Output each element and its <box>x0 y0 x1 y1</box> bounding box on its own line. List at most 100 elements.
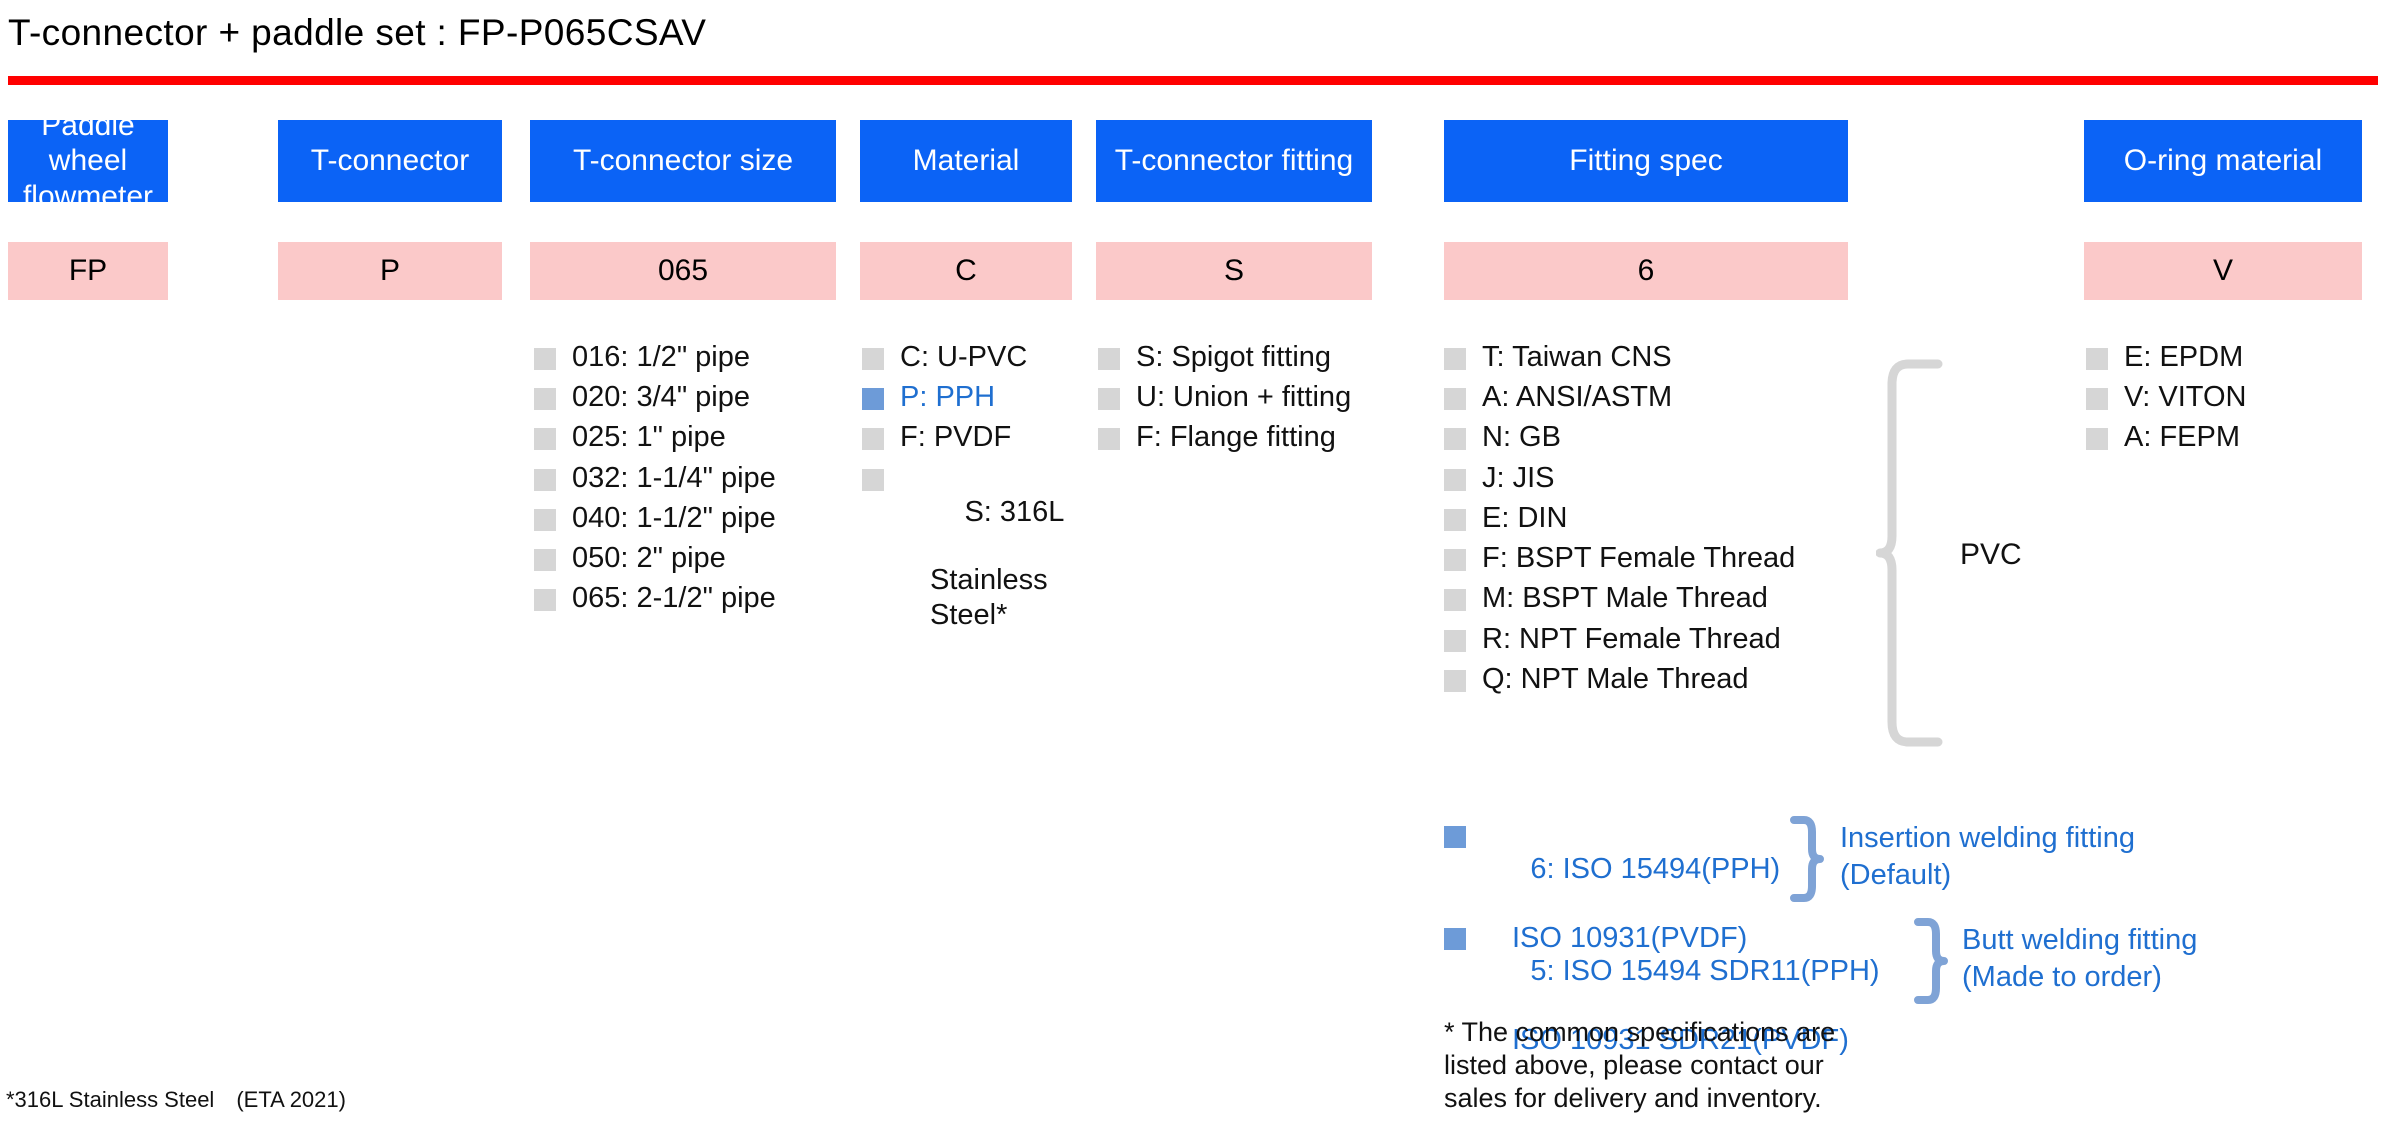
checkbox-icon-selected[interactable] <box>1444 826 1466 848</box>
option-label-group: S: 316L Stainless Steel* <box>900 461 1064 701</box>
option-oring-e[interactable]: E: EPDM <box>2086 340 2376 374</box>
checkbox-icon[interactable] <box>1444 388 1466 411</box>
value-label: V <box>2212 254 2233 287</box>
header-label: T-connector <box>310 144 470 178</box>
header-t-connector-size: T-connector size <box>530 120 836 202</box>
checkbox-icon[interactable] <box>1098 388 1120 411</box>
option-fitting-f[interactable]: F: Flange fitting <box>1098 420 1398 454</box>
header-paddle-wheel-flowmeter: Paddle wheel flowmeter <box>8 109 168 213</box>
value-fitting-spec: 6 <box>1444 242 1848 300</box>
option-label: F: Flange fitting <box>1136 421 1336 454</box>
option-size-065[interactable]: 065: 2-1/2" pipe <box>534 581 854 615</box>
option-label: P: PPH <box>900 381 996 414</box>
value-t-connector-size: 065 <box>530 242 836 300</box>
option-label: S: Spigot fitting <box>1136 341 1332 373</box>
option-material-f[interactable]: F: PVDF <box>862 420 1092 454</box>
stainless-steel-footnote: *316L Stainless Steel (ETA 2021) <box>6 1087 346 1112</box>
option-label: A: ANSI/ASTM <box>1482 381 1673 414</box>
option-label: 016: 1/2" pipe <box>572 341 750 373</box>
option-spec-m[interactable]: M: BSPT Male Thread <box>1444 581 1884 615</box>
option-label: 065: 2-1/2" pipe <box>572 582 776 615</box>
header-fitting-spec: Fitting spec <box>1444 120 1848 202</box>
checkbox-icon[interactable] <box>1444 629 1466 652</box>
value-label: 065 <box>657 254 709 287</box>
option-label: 040: 1-1/2" pipe <box>572 501 776 534</box>
value-t-connector: P <box>278 242 502 300</box>
iso-6-brace <box>1790 816 1824 902</box>
option-label: U: Union + fitting <box>1136 381 1352 414</box>
checkbox-icon[interactable] <box>1444 468 1466 491</box>
checkbox-icon[interactable] <box>534 468 556 491</box>
option-size-050[interactable]: 050: 2" pipe <box>534 541 854 575</box>
checkbox-icon[interactable] <box>1444 508 1466 531</box>
option-label: 020: 3/4" pipe <box>572 381 750 414</box>
pvc-brace-label: PVC <box>1960 538 2022 571</box>
option-oring-v[interactable]: V: VITON <box>2086 380 2376 414</box>
option-spec-e[interactable]: E: DIN <box>1444 501 1884 535</box>
option-fitting-u[interactable]: U: Union + fitting <box>1098 380 1398 414</box>
option-label: F: BSPT Female Thread <box>1482 542 1796 575</box>
checkbox-icon[interactable] <box>534 348 556 370</box>
header-o-ring-material: O-ring material <box>2084 120 2362 202</box>
options-material: C: U-PVC P: PPH F: PVDF S: 316L Stainles… <box>862 340 1092 706</box>
option-size-016[interactable]: 016: 1/2" pipe <box>534 340 854 374</box>
option-spec-f[interactable]: F: BSPT Female Thread <box>1444 541 1884 575</box>
option-label-line1: 5: ISO 15494 SDR11(PPH) <box>1530 955 1880 988</box>
red-divider-rule <box>8 76 2378 85</box>
iso-5-brace <box>1914 918 1948 1004</box>
option-label-continued: Stainless Steel* <box>930 564 1048 631</box>
spec-availability-note: * The common specifications are listed a… <box>1444 1017 1836 1113</box>
checkbox-icon[interactable] <box>1444 589 1466 612</box>
option-spec-q[interactable]: Q: NPT Male Thread <box>1444 662 1884 696</box>
page-title: T-connector + paddle set : FP-P065CSAV <box>8 12 707 53</box>
iso-5-desc-line1: Butt welding fitting <box>1962 924 2198 956</box>
checkbox-icon[interactable] <box>2086 348 2108 370</box>
checkbox-icon[interactable] <box>1098 348 1120 370</box>
option-size-040[interactable]: 040: 1-1/2" pipe <box>534 501 854 535</box>
option-label: T: Taiwan CNS <box>1482 341 1672 373</box>
option-label: F: PVDF <box>900 421 1012 454</box>
option-label: N: GB <box>1482 421 1561 454</box>
checkbox-icon[interactable] <box>862 348 884 370</box>
checkbox-icon[interactable] <box>534 388 556 411</box>
option-material-c[interactable]: C: U-PVC <box>862 340 1092 374</box>
option-spec-j[interactable]: J: JIS <box>1444 461 1884 495</box>
header-t-connector: T-connector <box>278 120 502 202</box>
value-t-connector-fitting: S <box>1096 242 1372 300</box>
checkbox-icon[interactable] <box>1444 669 1466 692</box>
option-label-line1: 6: ISO 15494(PPH) <box>1530 853 1781 886</box>
option-spec-n[interactable]: N: GB <box>1444 420 1884 454</box>
option-label: C: U-PVC <box>900 341 1028 373</box>
checkbox-icon[interactable] <box>2086 428 2108 451</box>
option-fitting-s[interactable]: S: Spigot fitting <box>1098 340 1398 374</box>
checkbox-icon[interactable] <box>534 589 556 612</box>
checkbox-icon-selected[interactable] <box>1444 928 1466 950</box>
checkbox-icon[interactable] <box>534 508 556 531</box>
header-label: Paddle wheel flowmeter <box>22 108 154 213</box>
option-label: A: FEPM <box>2124 421 2241 454</box>
value-material: C <box>860 242 1072 300</box>
checkbox-icon-selected[interactable] <box>862 388 884 411</box>
option-spec-t[interactable]: T: Taiwan CNS <box>1444 340 1884 374</box>
option-spec-r[interactable]: R: NPT Female Thread <box>1444 622 1884 656</box>
header-label: Material <box>912 144 1020 178</box>
iso-6-description: Insertion welding fitting (Default) <box>1840 820 2135 893</box>
checkbox-icon[interactable] <box>862 428 884 451</box>
option-size-025[interactable]: 025: 1" pipe <box>534 420 854 454</box>
option-size-032[interactable]: 032: 1-1/4" pipe <box>534 461 854 495</box>
option-size-020[interactable]: 020: 3/4" pipe <box>534 380 854 414</box>
checkbox-icon[interactable] <box>534 549 556 572</box>
checkbox-icon[interactable] <box>1444 348 1466 370</box>
option-spec-a[interactable]: A: ANSI/ASTM <box>1444 380 1884 414</box>
checkbox-icon[interactable] <box>1444 549 1466 572</box>
checkbox-icon[interactable] <box>534 428 556 451</box>
option-oring-a[interactable]: A: FEPM <box>2086 420 2376 454</box>
checkbox-icon[interactable] <box>2086 388 2108 411</box>
option-material-s[interactable]: S: 316L Stainless Steel* <box>862 461 1092 701</box>
option-material-p[interactable]: P: PPH <box>862 380 1092 414</box>
checkbox-icon[interactable] <box>862 468 884 491</box>
option-label: V: VITON <box>2124 381 2247 414</box>
checkbox-icon[interactable] <box>1098 428 1120 451</box>
checkbox-icon[interactable] <box>1444 428 1466 451</box>
header-material: Material <box>860 120 1072 202</box>
